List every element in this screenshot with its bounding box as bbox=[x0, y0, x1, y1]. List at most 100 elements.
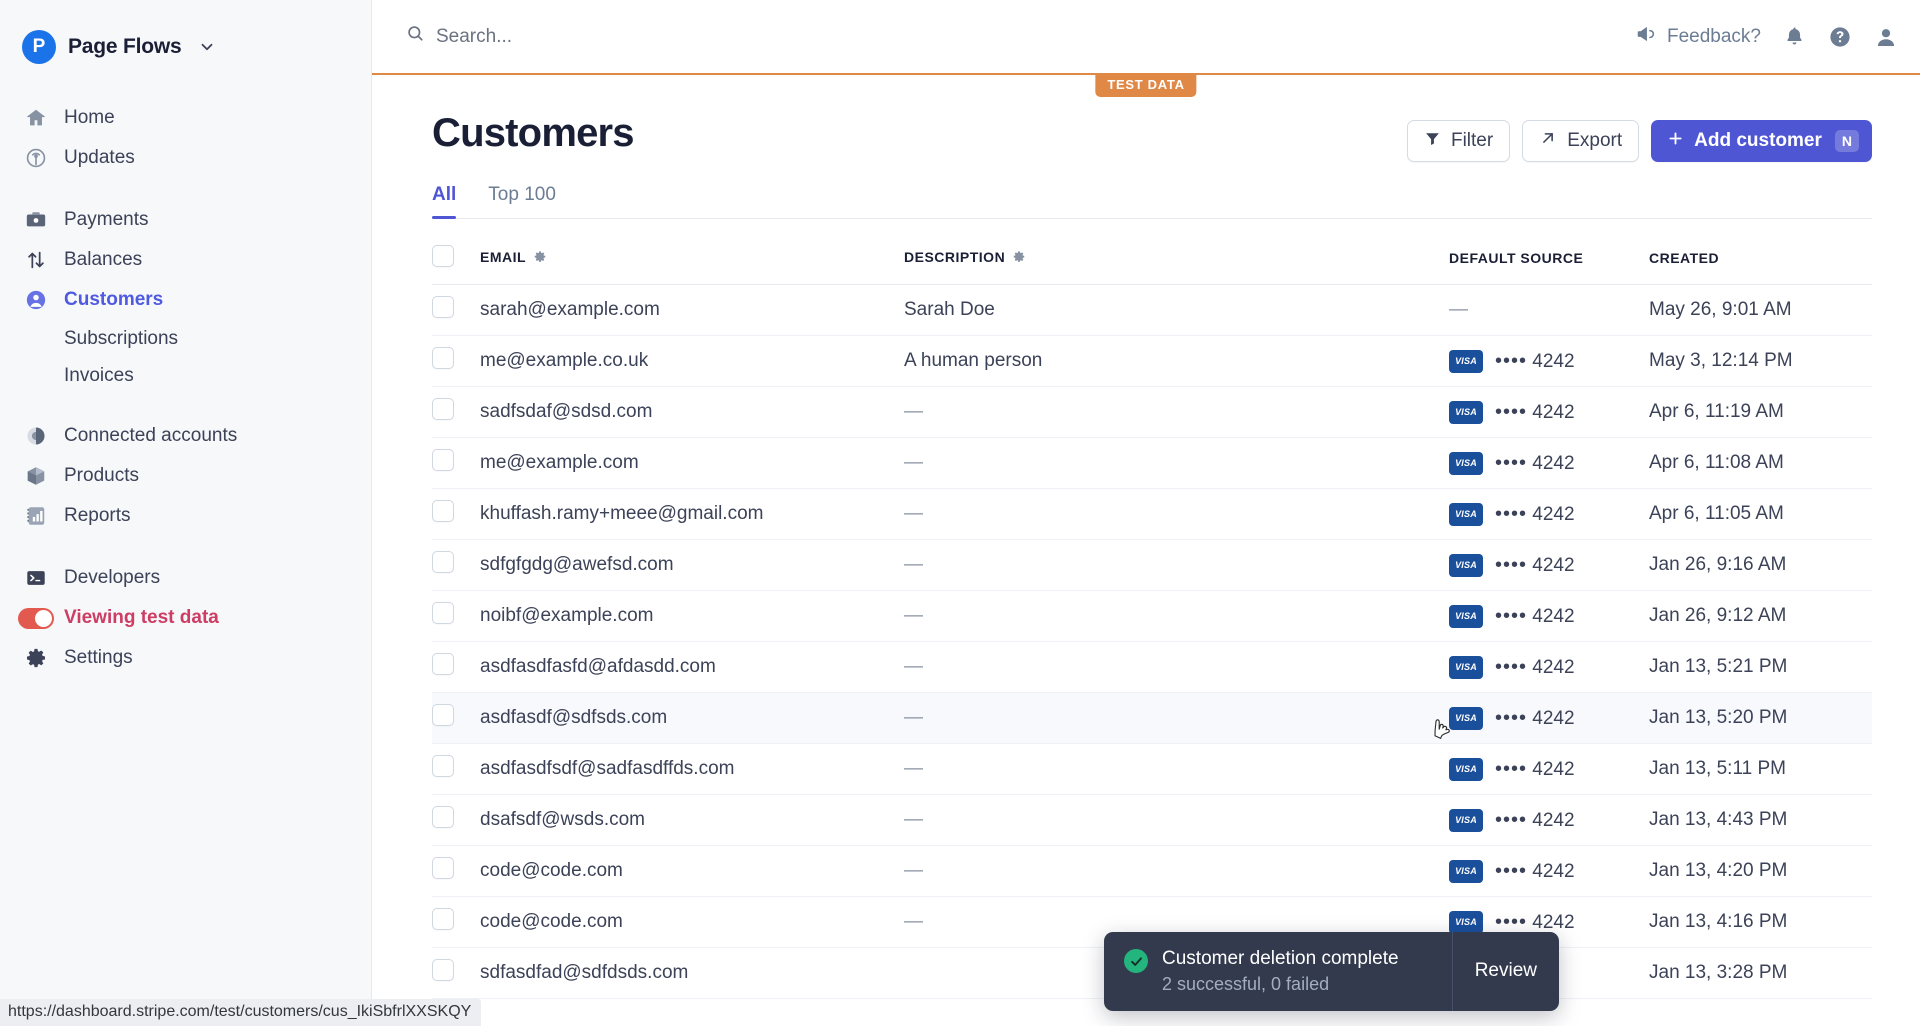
table-row[interactable]: asdfasdfsdf@sadfasdffds.com — VISA •••• 424… bbox=[432, 743, 1872, 795]
tab-top-100[interactable]: Top 100 bbox=[488, 184, 556, 218]
table-row[interactable]: sarah@example.com Sarah Doe — May 26, 9:01 … bbox=[432, 284, 1872, 336]
row-select-cell bbox=[432, 539, 480, 591]
sidebar-item-reports[interactable]: Reports bbox=[0, 496, 371, 536]
row-checkbox[interactable] bbox=[432, 551, 454, 573]
row-checkbox[interactable] bbox=[432, 653, 454, 675]
sidebar-item-developers[interactable]: Developers bbox=[0, 558, 371, 598]
card-last4: •••• 4242 bbox=[1495, 859, 1575, 882]
test-data-label: Viewing test data bbox=[64, 607, 219, 628]
cell-created: Jan 13, 4:16 PM bbox=[1649, 896, 1872, 948]
card-source: VISA •••• 4242 bbox=[1449, 655, 1649, 679]
sidebar-nav: Home Updates Payments Balances Customers… bbox=[0, 98, 371, 678]
card-last4: •••• 4242 bbox=[1495, 349, 1575, 372]
sidebar-item-label: Customers bbox=[64, 289, 164, 310]
table-row[interactable]: asdfasdf@sdfsds.com — VISA •••• 4242 Jan 13,… bbox=[432, 692, 1872, 744]
cell-description: — bbox=[904, 743, 1449, 795]
search-placeholder: Search... bbox=[436, 25, 513, 47]
row-checkbox[interactable] bbox=[432, 704, 454, 726]
cell-description: — bbox=[904, 641, 1449, 693]
sidebar-item-customers[interactable]: Customers bbox=[0, 280, 371, 320]
table-row[interactable]: khuffash.ramy+meee@gmail.com — VISA •••• 42… bbox=[432, 488, 1872, 540]
email-column-settings-icon[interactable] bbox=[533, 250, 547, 267]
card-last4: •••• 4242 bbox=[1495, 808, 1575, 831]
table-row[interactable]: noibf@example.com — VISA •••• 4242 Jan 26, 9… bbox=[432, 590, 1872, 642]
sidebar-item-label: Reports bbox=[64, 505, 131, 526]
cell-created: Jan 26, 9:16 AM bbox=[1649, 539, 1872, 591]
table-row[interactable]: code@code.com — VISA •••• 4242 Jan 13, 4:20 … bbox=[432, 845, 1872, 897]
row-select-cell bbox=[432, 743, 480, 795]
account-switcher[interactable]: P Page Flows bbox=[0, 0, 371, 72]
table-row[interactable]: dsafsdf@wsds.com — VISA •••• 4242 Jan 13, 4:… bbox=[432, 794, 1872, 846]
cell-email: sadfsdaf@sdsd.com bbox=[480, 386, 904, 438]
cell-email: sarah@example.com bbox=[480, 284, 904, 336]
row-checkbox[interactable] bbox=[432, 806, 454, 828]
feedback-button[interactable]: Feedback? bbox=[1635, 23, 1761, 51]
column-header-description[interactable]: DESCRIPTION bbox=[904, 219, 1449, 285]
row-checkbox[interactable] bbox=[432, 857, 454, 879]
bell-icon[interactable] bbox=[1783, 25, 1806, 48]
cell-default-source: VISA •••• 4242 bbox=[1449, 539, 1649, 591]
filter-button[interactable]: Filter bbox=[1406, 120, 1511, 162]
toast-review-button[interactable]: Review bbox=[1451, 932, 1559, 1011]
cell-email: asdfasdfsdf@sadfasdffds.com bbox=[480, 743, 904, 795]
table-row[interactable]: sadfsdaf@sdsd.com — VISA •••• 4242 Apr 6, 11… bbox=[432, 386, 1872, 438]
brand-logo-letter: P bbox=[32, 36, 46, 57]
row-checkbox[interactable] bbox=[432, 908, 454, 930]
sidebar-item-balances[interactable]: Balances bbox=[0, 240, 371, 280]
sidebar-item-label: Balances bbox=[64, 249, 143, 270]
description-column-settings-icon[interactable] bbox=[1012, 250, 1026, 267]
card-last4: •••• 4242 bbox=[1495, 910, 1575, 933]
row-checkbox[interactable] bbox=[432, 500, 454, 522]
cell-created: Jan 13, 5:20 PM bbox=[1649, 692, 1872, 744]
card-last4: •••• 4242 bbox=[1495, 757, 1575, 780]
search-input[interactable]: Search... bbox=[406, 24, 1635, 49]
table-row[interactable]: me@example.co.uk A human person VISA •••• 4… bbox=[432, 335, 1872, 387]
sidebar-item-invoices[interactable]: Invoices bbox=[0, 357, 371, 394]
cell-created: Jan 13, 3:28 PM bbox=[1649, 947, 1872, 999]
sidebar-item-updates[interactable]: Updates bbox=[0, 138, 371, 178]
sidebar-item-label: Products bbox=[64, 465, 139, 486]
sidebar-item-home[interactable]: Home bbox=[0, 98, 371, 138]
sidebar-item-settings[interactable]: Settings bbox=[0, 638, 371, 678]
row-checkbox[interactable] bbox=[432, 398, 454, 420]
cell-default-source: VISA •••• 4242 bbox=[1449, 692, 1649, 744]
cell-email: code@code.com bbox=[480, 896, 904, 948]
column-header-default-source: DEFAULT SOURCE bbox=[1449, 219, 1649, 285]
sidebar-item-products[interactable]: Products bbox=[0, 456, 371, 496]
row-checkbox[interactable] bbox=[432, 602, 454, 624]
card-source: VISA •••• 4242 bbox=[1449, 349, 1649, 373]
cell-created: Apr 6, 11:05 AM bbox=[1649, 488, 1872, 540]
row-select-cell bbox=[432, 437, 480, 489]
arrow-up-right-icon bbox=[1539, 129, 1557, 153]
add-customer-button[interactable]: Add customer N bbox=[1651, 120, 1872, 162]
question-circle-icon[interactable] bbox=[1828, 25, 1852, 49]
sidebar-item-connected-accounts[interactable]: Connected accounts bbox=[0, 416, 371, 456]
visa-card-icon: VISA bbox=[1449, 859, 1483, 883]
row-checkbox[interactable] bbox=[432, 755, 454, 777]
sidebar-item-payments[interactable]: Payments bbox=[0, 200, 371, 240]
row-checkbox[interactable] bbox=[432, 296, 454, 318]
sidebar-item-test-data-toggle[interactable]: Viewing test data bbox=[0, 598, 371, 638]
nav-group-business: Payments Balances Customers Subscription… bbox=[0, 200, 371, 394]
table-row[interactable]: sdfgfgdg@awefsd.com — VISA •••• 4242 Jan 26,… bbox=[432, 539, 1872, 591]
row-checkbox[interactable] bbox=[432, 959, 454, 981]
cell-description: — bbox=[904, 488, 1449, 540]
card-last4-digits: 4242 bbox=[1532, 656, 1575, 678]
table-row[interactable]: asdfasdfasfd@afdasdd.com — VISA •••• 4242 Ja… bbox=[432, 641, 1872, 693]
column-header-email[interactable]: EMAIL bbox=[480, 219, 904, 285]
sidebar-item-subscriptions[interactable]: Subscriptions bbox=[0, 320, 371, 357]
brand-name: Page Flows bbox=[68, 35, 182, 58]
cell-default-source: VISA •••• 4242 bbox=[1449, 845, 1649, 897]
toast-notification: Customer deletion complete 2 successful,… bbox=[1104, 932, 1559, 1011]
nav-group-main: Home Updates bbox=[0, 98, 371, 178]
customers-icon bbox=[24, 288, 48, 312]
select-all-checkbox[interactable] bbox=[432, 245, 454, 267]
table-row[interactable]: me@example.com — VISA •••• 4242 Apr 6, 11:08… bbox=[432, 437, 1872, 489]
tab-all[interactable]: All bbox=[432, 184, 457, 219]
cell-description: Sarah Doe bbox=[904, 284, 1449, 336]
user-avatar-icon[interactable] bbox=[1874, 25, 1898, 49]
row-checkbox[interactable] bbox=[432, 449, 454, 471]
row-checkbox[interactable] bbox=[432, 347, 454, 369]
search-icon bbox=[406, 24, 425, 49]
export-button[interactable]: Export bbox=[1522, 120, 1640, 162]
